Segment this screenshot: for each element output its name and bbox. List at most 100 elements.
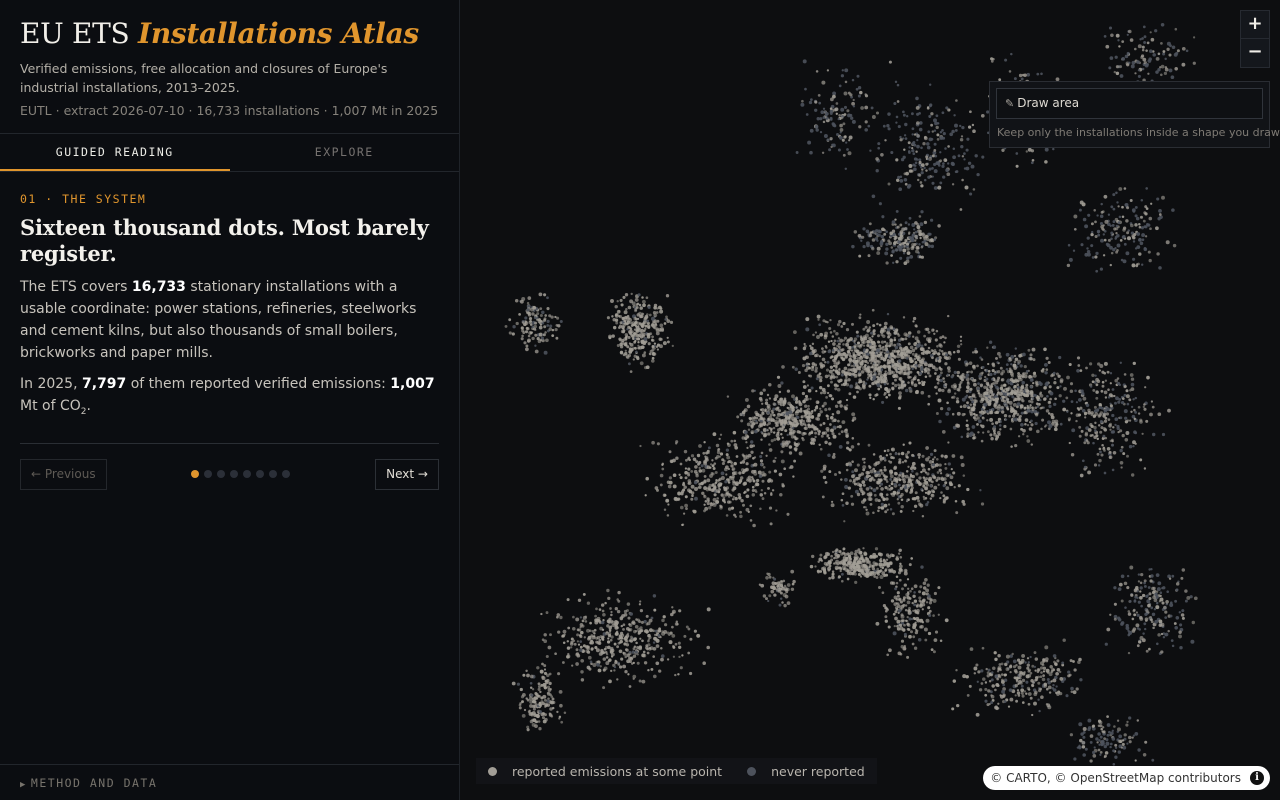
installation-dot-reported[interactable] bbox=[797, 442, 801, 446]
installation-dot-reported[interactable] bbox=[631, 662, 634, 665]
installation-dot-never-reported[interactable] bbox=[1161, 587, 1164, 590]
installation-dot-never-reported[interactable] bbox=[1010, 363, 1013, 366]
installation-dot-reported[interactable] bbox=[802, 385, 807, 389]
installation-dot-reported[interactable] bbox=[527, 296, 532, 300]
installation-dot-reported[interactable] bbox=[1039, 675, 1043, 679]
installation-dot-reported[interactable] bbox=[924, 375, 928, 379]
installation-dot-reported[interactable] bbox=[996, 378, 1000, 383]
installation-dot-reported[interactable] bbox=[925, 618, 930, 623]
installation-dot-reported[interactable] bbox=[859, 355, 864, 360]
installation-dot-reported[interactable] bbox=[1084, 416, 1087, 419]
installation-dot-reported[interactable] bbox=[581, 619, 585, 623]
installation-dot-reported[interactable] bbox=[572, 639, 576, 643]
installation-dot-reported[interactable] bbox=[856, 560, 860, 565]
installation-dot-never-reported[interactable] bbox=[1024, 661, 1027, 664]
installation-dot-reported[interactable] bbox=[1163, 605, 1167, 610]
installation-dot-reported[interactable] bbox=[668, 476, 672, 480]
installation-dot-never-reported[interactable] bbox=[844, 485, 849, 489]
installation-dot-reported[interactable] bbox=[1014, 378, 1018, 382]
installation-dot-reported[interactable] bbox=[862, 327, 866, 331]
installation-dot-reported[interactable] bbox=[994, 657, 998, 662]
installation-dot-reported[interactable] bbox=[1091, 373, 1095, 377]
installation-dot-reported[interactable] bbox=[877, 509, 880, 513]
installation-dot-reported[interactable] bbox=[826, 417, 830, 421]
installation-dot-reported[interactable] bbox=[605, 656, 609, 659]
installation-dot-never-reported[interactable] bbox=[796, 415, 800, 419]
installation-dot-never-reported[interactable] bbox=[1170, 639, 1174, 642]
installation-dot-never-reported[interactable] bbox=[947, 407, 951, 411]
installation-dot-reported[interactable] bbox=[622, 623, 626, 627]
installation-dot-reported[interactable] bbox=[758, 396, 763, 401]
installation-dot-reported[interactable] bbox=[956, 344, 961, 349]
installation-dot-reported[interactable] bbox=[537, 682, 541, 686]
installation-dot-reported[interactable] bbox=[898, 548, 902, 553]
installation-dot-reported[interactable] bbox=[638, 679, 642, 683]
installation-dot-reported[interactable] bbox=[745, 455, 750, 460]
installation-dot-reported[interactable] bbox=[812, 333, 815, 337]
installation-dot-reported[interactable] bbox=[907, 375, 911, 379]
installation-dot-reported[interactable] bbox=[624, 341, 628, 345]
installation-dot-reported[interactable] bbox=[1019, 676, 1022, 680]
installation-dot-reported[interactable] bbox=[671, 634, 676, 638]
installation-dot-reported[interactable] bbox=[820, 567, 825, 571]
installation-dot-reported[interactable] bbox=[909, 345, 914, 350]
installation-dot-reported[interactable] bbox=[537, 694, 541, 698]
installation-dot-reported[interactable] bbox=[619, 616, 624, 620]
installation-dot-reported[interactable] bbox=[1031, 683, 1034, 687]
installation-dot-reported[interactable] bbox=[521, 297, 526, 301]
installation-dot-reported[interactable] bbox=[781, 365, 785, 369]
installation-dot-reported[interactable] bbox=[885, 607, 889, 611]
installation-dot-never-reported[interactable] bbox=[1128, 444, 1133, 449]
installation-dot-reported[interactable] bbox=[567, 626, 571, 630]
installation-dot-reported[interactable] bbox=[816, 335, 820, 339]
installation-dot-reported[interactable] bbox=[913, 466, 917, 470]
installation-dot-reported[interactable] bbox=[874, 562, 879, 567]
installation-dot-reported[interactable] bbox=[949, 482, 953, 487]
installation-dot-reported[interactable] bbox=[783, 467, 787, 471]
installation-dot-reported[interactable] bbox=[854, 580, 858, 584]
installation-dot-reported[interactable] bbox=[1139, 636, 1144, 640]
installation-dot-reported[interactable] bbox=[914, 324, 918, 328]
installation-dot-reported[interactable] bbox=[662, 341, 667, 346]
installation-dot-reported[interactable] bbox=[843, 336, 848, 340]
tab-explore[interactable]: EXPLORE bbox=[230, 134, 460, 171]
installation-dot-reported[interactable] bbox=[611, 315, 614, 318]
installation-dot-reported[interactable] bbox=[1175, 582, 1180, 586]
installation-dot-reported[interactable] bbox=[817, 429, 821, 433]
installation-dot-never-reported[interactable] bbox=[1029, 655, 1032, 659]
installation-dot-reported[interactable] bbox=[1015, 699, 1019, 703]
installation-dot-reported[interactable] bbox=[654, 486, 659, 490]
installation-dot-never-reported[interactable] bbox=[755, 419, 758, 423]
installation-dot-reported[interactable] bbox=[666, 631, 670, 635]
installation-dot-reported[interactable] bbox=[1018, 373, 1022, 377]
installation-dot-reported[interactable] bbox=[781, 436, 784, 439]
installation-dot-reported[interactable] bbox=[1055, 671, 1059, 676]
installation-dot-reported[interactable] bbox=[1019, 404, 1024, 409]
installation-dot-never-reported[interactable] bbox=[766, 411, 770, 415]
installation-dot-never-reported[interactable] bbox=[1053, 402, 1057, 407]
installation-dot-reported[interactable] bbox=[798, 430, 802, 434]
installation-dot-never-reported[interactable] bbox=[894, 587, 898, 591]
installation-dot-never-reported[interactable] bbox=[1136, 613, 1140, 617]
installation-dot-reported[interactable] bbox=[1109, 404, 1113, 408]
installation-dot-reported[interactable] bbox=[832, 452, 836, 456]
installation-dot-reported[interactable] bbox=[893, 471, 898, 476]
installation-dot-never-reported[interactable] bbox=[1127, 629, 1130, 633]
installation-dot-reported[interactable] bbox=[527, 338, 531, 343]
installation-dot-reported[interactable] bbox=[882, 558, 886, 562]
installation-dot-reported[interactable] bbox=[884, 354, 888, 358]
installation-dot-reported[interactable] bbox=[511, 681, 516, 686]
installation-dot-reported[interactable] bbox=[647, 325, 651, 330]
installation-dot-reported[interactable] bbox=[821, 357, 826, 362]
installation-dot-never-reported[interactable] bbox=[596, 662, 600, 667]
installation-dot-reported[interactable] bbox=[983, 385, 987, 390]
installation-dot-never-reported[interactable] bbox=[652, 594, 657, 598]
installation-dot-reported[interactable] bbox=[730, 464, 734, 468]
installation-dot-reported[interactable] bbox=[846, 577, 850, 581]
installation-dot-reported[interactable] bbox=[883, 380, 887, 383]
installation-dot-reported[interactable] bbox=[1032, 371, 1037, 376]
installation-dot-reported[interactable] bbox=[877, 460, 881, 464]
installation-dot-never-reported[interactable] bbox=[1155, 573, 1160, 577]
installation-dot-reported[interactable] bbox=[619, 351, 624, 355]
installation-dot-reported[interactable] bbox=[851, 419, 855, 422]
